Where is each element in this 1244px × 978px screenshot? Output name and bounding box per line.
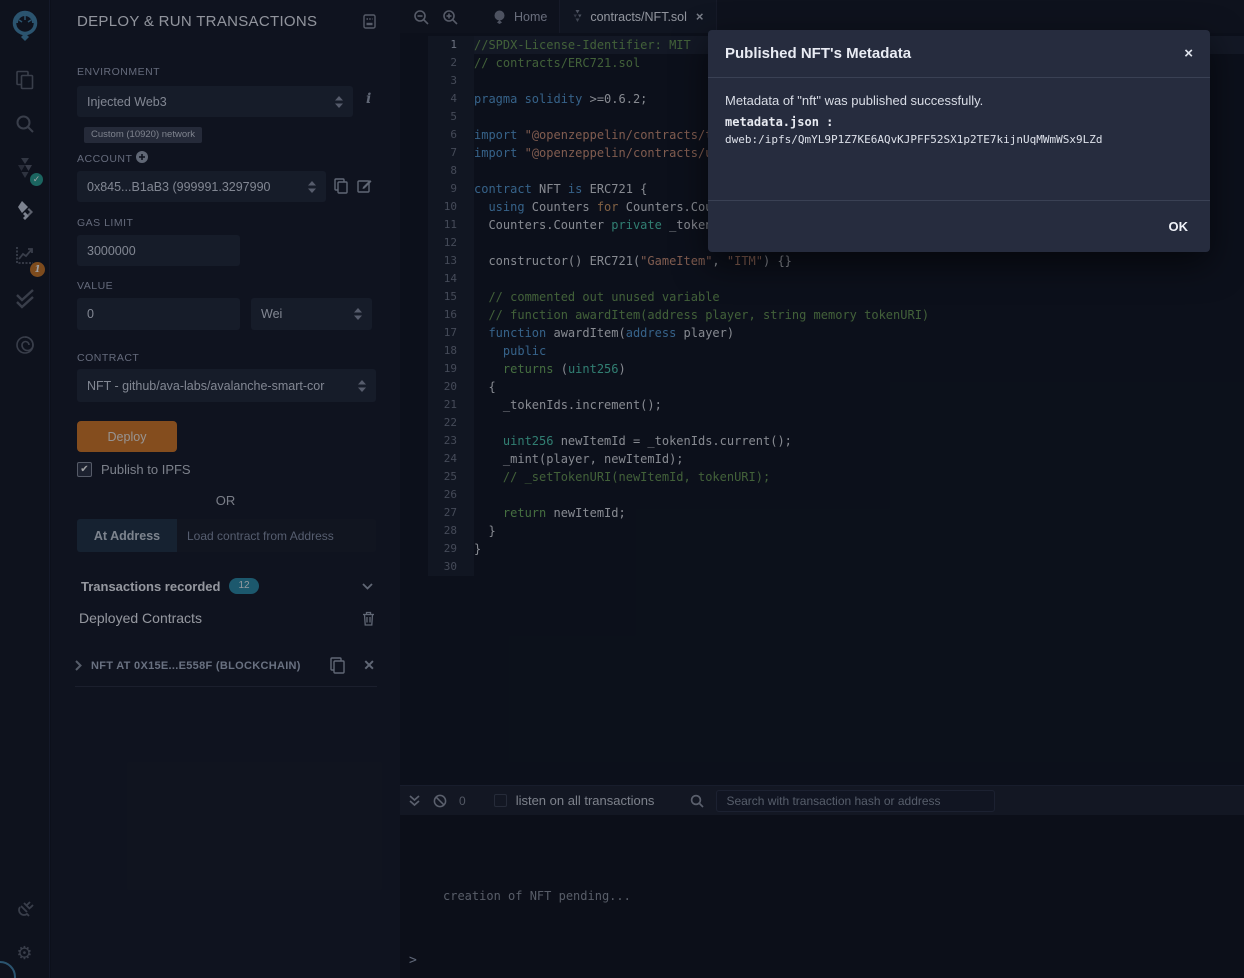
modal-footer: OK [708,200,1210,252]
published-metadata-modal: Published NFT's Metadata × Metadata of "… [708,30,1210,252]
modal-header: Published NFT's Metadata × [708,30,1210,78]
modal-body: Metadata of "nft" was published successf… [708,78,1210,200]
ok-button[interactable]: OK [1169,219,1189,234]
modal-filename: metadata.json : [725,115,1193,129]
modal-close-icon[interactable]: × [1184,45,1193,62]
modal-message: Metadata of "nft" was published successf… [725,93,1193,108]
modal-ipfs-url: dweb:/ipfs/QmYL9P1Z7KE6AQvKJPFF52SX1p2TE… [725,133,1193,146]
modal-title: Published NFT's Metadata [725,45,911,62]
